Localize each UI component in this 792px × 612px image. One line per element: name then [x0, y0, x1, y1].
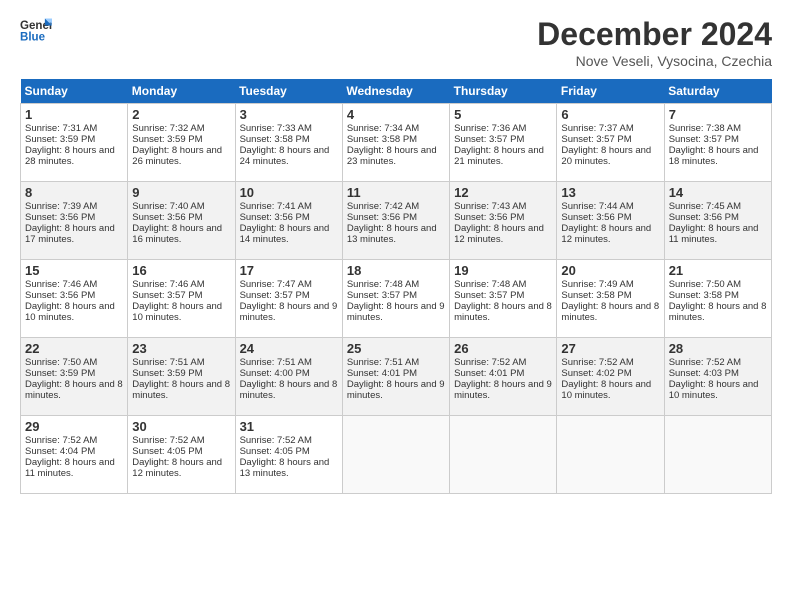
col-monday: Monday — [128, 79, 235, 104]
logo-icon: General Blue — [20, 16, 52, 44]
month-title: December 2024 — [537, 16, 772, 53]
table-cell: 8Sunrise: 7:39 AMSunset: 3:56 PMDaylight… — [21, 182, 128, 260]
day-number: 17 — [240, 263, 338, 278]
header: General Blue December 2024 Nove Veseli, … — [20, 16, 772, 69]
col-sunday: Sunday — [21, 79, 128, 104]
day-number: 10 — [240, 185, 338, 200]
table-cell: 5Sunrise: 7:36 AMSunset: 3:57 PMDaylight… — [450, 104, 557, 182]
day-number: 19 — [454, 263, 552, 278]
table-cell — [664, 416, 771, 494]
table-cell: 31Sunrise: 7:52 AMSunset: 4:05 PMDayligh… — [235, 416, 342, 494]
col-friday: Friday — [557, 79, 664, 104]
table-cell: 1Sunrise: 7:31 AMSunset: 3:59 PMDaylight… — [21, 104, 128, 182]
col-thursday: Thursday — [450, 79, 557, 104]
table-cell: 29Sunrise: 7:52 AMSunset: 4:04 PMDayligh… — [21, 416, 128, 494]
day-number: 5 — [454, 107, 552, 122]
day-number: 26 — [454, 341, 552, 356]
day-number: 22 — [25, 341, 123, 356]
table-cell: 26Sunrise: 7:52 AMSunset: 4:01 PMDayligh… — [450, 338, 557, 416]
day-number: 11 — [347, 185, 445, 200]
table-row: 29Sunrise: 7:52 AMSunset: 4:04 PMDayligh… — [21, 416, 772, 494]
col-wednesday: Wednesday — [342, 79, 449, 104]
day-number: 1 — [25, 107, 123, 122]
table-cell: 9Sunrise: 7:40 AMSunset: 3:56 PMDaylight… — [128, 182, 235, 260]
day-number: 27 — [561, 341, 659, 356]
day-number: 29 — [25, 419, 123, 434]
day-number: 31 — [240, 419, 338, 434]
title-block: December 2024 Nove Veseli, Vysocina, Cze… — [537, 16, 772, 69]
day-number: 23 — [132, 341, 230, 356]
col-tuesday: Tuesday — [235, 79, 342, 104]
table-cell: 23Sunrise: 7:51 AMSunset: 3:59 PMDayligh… — [128, 338, 235, 416]
table-cell — [450, 416, 557, 494]
svg-text:Blue: Blue — [20, 32, 46, 44]
table-cell: 22Sunrise: 7:50 AMSunset: 3:59 PMDayligh… — [21, 338, 128, 416]
day-number: 20 — [561, 263, 659, 278]
logo: General Blue — [20, 16, 52, 44]
table-cell: 30Sunrise: 7:52 AMSunset: 4:05 PMDayligh… — [128, 416, 235, 494]
table-cell: 6Sunrise: 7:37 AMSunset: 3:57 PMDaylight… — [557, 104, 664, 182]
table-cell — [557, 416, 664, 494]
day-number: 28 — [669, 341, 767, 356]
day-number: 3 — [240, 107, 338, 122]
day-number: 15 — [25, 263, 123, 278]
table-cell: 14Sunrise: 7:45 AMSunset: 3:56 PMDayligh… — [664, 182, 771, 260]
day-number: 16 — [132, 263, 230, 278]
table-cell: 27Sunrise: 7:52 AMSunset: 4:02 PMDayligh… — [557, 338, 664, 416]
table-cell: 15Sunrise: 7:46 AMSunset: 3:56 PMDayligh… — [21, 260, 128, 338]
table-cell: 12Sunrise: 7:43 AMSunset: 3:56 PMDayligh… — [450, 182, 557, 260]
day-number: 7 — [669, 107, 767, 122]
day-number: 9 — [132, 185, 230, 200]
table-row: 22Sunrise: 7:50 AMSunset: 3:59 PMDayligh… — [21, 338, 772, 416]
table-row: 1Sunrise: 7:31 AMSunset: 3:59 PMDaylight… — [21, 104, 772, 182]
day-number: 8 — [25, 185, 123, 200]
day-number: 30 — [132, 419, 230, 434]
table-cell: 7Sunrise: 7:38 AMSunset: 3:57 PMDaylight… — [664, 104, 771, 182]
table-cell: 21Sunrise: 7:50 AMSunset: 3:58 PMDayligh… — [664, 260, 771, 338]
table-cell: 4Sunrise: 7:34 AMSunset: 3:58 PMDaylight… — [342, 104, 449, 182]
table-cell: 16Sunrise: 7:46 AMSunset: 3:57 PMDayligh… — [128, 260, 235, 338]
day-number: 12 — [454, 185, 552, 200]
day-number: 25 — [347, 341, 445, 356]
calendar-table: Sunday Monday Tuesday Wednesday Thursday… — [20, 79, 772, 494]
page: General Blue December 2024 Nove Veseli, … — [0, 0, 792, 504]
location: Nove Veseli, Vysocina, Czechia — [537, 53, 772, 69]
day-number: 13 — [561, 185, 659, 200]
table-row: 8Sunrise: 7:39 AMSunset: 3:56 PMDaylight… — [21, 182, 772, 260]
table-cell: 13Sunrise: 7:44 AMSunset: 3:56 PMDayligh… — [557, 182, 664, 260]
table-cell: 20Sunrise: 7:49 AMSunset: 3:58 PMDayligh… — [557, 260, 664, 338]
col-saturday: Saturday — [664, 79, 771, 104]
day-number: 18 — [347, 263, 445, 278]
day-number: 24 — [240, 341, 338, 356]
day-number: 2 — [132, 107, 230, 122]
day-number: 14 — [669, 185, 767, 200]
table-cell: 28Sunrise: 7:52 AMSunset: 4:03 PMDayligh… — [664, 338, 771, 416]
table-cell: 24Sunrise: 7:51 AMSunset: 4:00 PMDayligh… — [235, 338, 342, 416]
header-row: Sunday Monday Tuesday Wednesday Thursday… — [21, 79, 772, 104]
table-cell: 11Sunrise: 7:42 AMSunset: 3:56 PMDayligh… — [342, 182, 449, 260]
day-number: 4 — [347, 107, 445, 122]
day-number: 6 — [561, 107, 659, 122]
table-cell: 10Sunrise: 7:41 AMSunset: 3:56 PMDayligh… — [235, 182, 342, 260]
table-cell: 17Sunrise: 7:47 AMSunset: 3:57 PMDayligh… — [235, 260, 342, 338]
table-cell — [342, 416, 449, 494]
table-cell: 25Sunrise: 7:51 AMSunset: 4:01 PMDayligh… — [342, 338, 449, 416]
table-cell: 3Sunrise: 7:33 AMSunset: 3:58 PMDaylight… — [235, 104, 342, 182]
table-cell: 18Sunrise: 7:48 AMSunset: 3:57 PMDayligh… — [342, 260, 449, 338]
table-cell: 19Sunrise: 7:48 AMSunset: 3:57 PMDayligh… — [450, 260, 557, 338]
table-cell: 2Sunrise: 7:32 AMSunset: 3:59 PMDaylight… — [128, 104, 235, 182]
day-number: 21 — [669, 263, 767, 278]
table-row: 15Sunrise: 7:46 AMSunset: 3:56 PMDayligh… — [21, 260, 772, 338]
